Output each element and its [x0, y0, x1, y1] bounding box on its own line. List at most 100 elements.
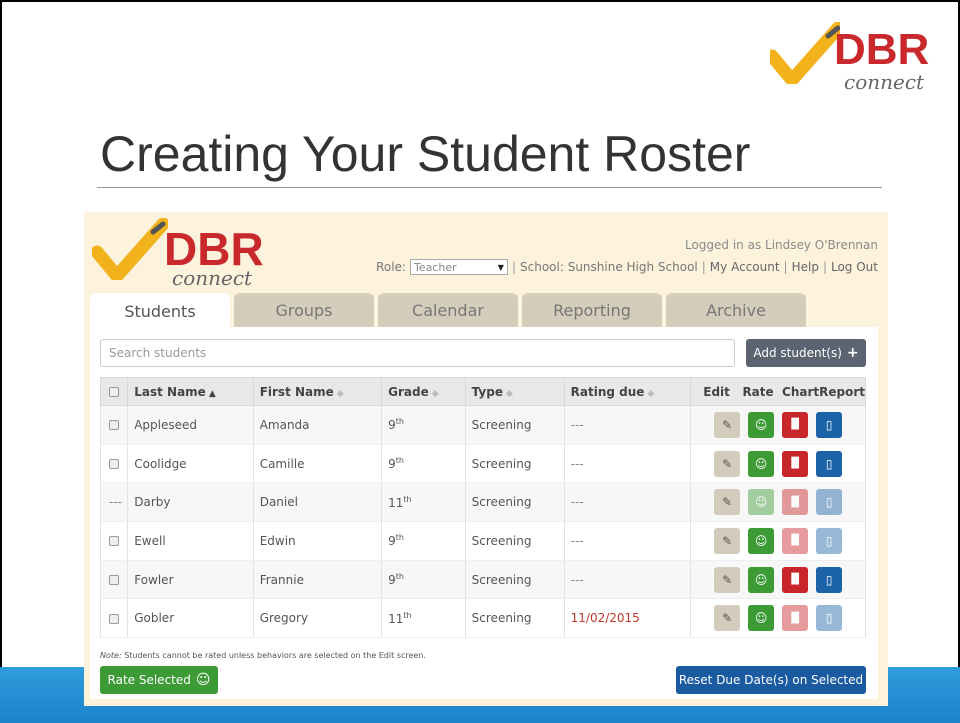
report-button[interactable]: ▯: [816, 527, 843, 554]
rate-button[interactable]: ☺: [748, 605, 775, 632]
grade-cell: 9th: [381, 444, 466, 484]
report-button[interactable]: ▯: [816, 450, 843, 477]
edit-button[interactable]: ✎: [714, 605, 741, 632]
col-rate: Rate: [742, 384, 774, 399]
row-checkbox[interactable]: [99, 560, 129, 600]
edit-button[interactable]: ✎: [714, 411, 741, 438]
app-screenshot: DBR connect Logged in as Lindsey O'Brenn…: [84, 212, 888, 706]
actions-cell: ✎ ☺ ▐▌ ▯: [690, 444, 866, 484]
col-report: Report: [819, 384, 865, 399]
tab-archive[interactable]: Archive: [666, 293, 806, 327]
first-name-cell: Frannie: [252, 560, 383, 600]
sort-icon: ◆: [505, 388, 513, 399]
col-chart: Chart: [782, 384, 820, 399]
actions-cell: ✎ ☺ ▐▌ ▯: [690, 560, 866, 600]
pencil-icon: ✎: [722, 417, 733, 432]
rating-due-cell: ---: [563, 405, 692, 445]
rating-due-cell: 11/02/2015: [563, 598, 692, 639]
pencil-icon: ✎: [722, 456, 733, 471]
chart-button[interactable]: ▐▌: [782, 527, 809, 554]
help-link[interactable]: Help: [792, 260, 819, 274]
pencil-icon: ✎: [722, 533, 733, 548]
main-tabs: Students Groups Calendar Reporting Archi…: [90, 293, 806, 329]
role-value: Teacher: [413, 260, 457, 274]
report-button[interactable]: ▯: [816, 605, 843, 632]
sort-asc-icon: ▲: [208, 388, 216, 399]
row-checkbox[interactable]: [99, 405, 129, 445]
chart-button[interactable]: ▐▌: [782, 605, 809, 632]
edit-button[interactable]: ✎: [714, 489, 741, 516]
rate-button[interactable]: ☺: [748, 450, 775, 477]
pencil-icon: ✎: [722, 495, 733, 510]
col-grade[interactable]: Grade ◆: [381, 377, 466, 406]
table-row: Ewell Edwin 9th Screening --- ✎ ☺ ▐▌ ▯: [99, 521, 866, 561]
tab-groups[interactable]: Groups: [234, 293, 374, 327]
col-last-name[interactable]: Last Name ▲: [127, 377, 254, 406]
last-name-cell: Coolidge: [127, 444, 254, 484]
row-checkbox[interactable]: [99, 521, 129, 561]
reset-due-dates-button[interactable]: Reset Due Date(s) on Selected: [676, 666, 866, 694]
row-checkbox[interactable]: [99, 598, 129, 639]
search-input[interactable]: Search students: [100, 339, 735, 367]
rate-button[interactable]: ☺: [748, 566, 775, 593]
rating-note: Note: Students cannot be rated unless be…: [100, 651, 426, 660]
document-icon: ▯: [825, 495, 833, 510]
last-name-cell: Ewell: [127, 521, 254, 561]
grade-cell: 11th: [381, 598, 466, 639]
type-cell: Screening: [464, 598, 565, 639]
sort-icon: ◆: [647, 388, 655, 399]
tab-reporting[interactable]: Reporting: [522, 293, 662, 327]
rate-selected-button[interactable]: Rate Selected ☺: [100, 666, 218, 694]
actions-cell: ✎ ☺ ▐▌ ▯: [690, 598, 866, 639]
add-student-button[interactable]: Add student(s) +: [746, 339, 866, 367]
report-button[interactable]: ▯: [816, 411, 843, 438]
slide-border-top: [0, 0, 960, 2]
rate-button[interactable]: ☺: [748, 411, 775, 438]
grade-cell: 11th: [381, 482, 466, 523]
col-rating-due[interactable]: Rating due ◆: [563, 377, 692, 406]
tab-students[interactable]: Students: [90, 293, 230, 329]
grade-cell: 9th: [381, 521, 466, 561]
document-icon: ▯: [825, 456, 833, 471]
col-first-name[interactable]: First Name ◆: [252, 377, 383, 406]
logged-in-status: Logged in as Lindsey O'Brennan: [684, 238, 878, 252]
my-account-link[interactable]: My Account: [710, 260, 780, 274]
tab-calendar[interactable]: Calendar: [378, 293, 518, 327]
row-checkbox[interactable]: ---: [99, 482, 129, 523]
sort-icon: ◆: [336, 388, 344, 399]
last-name-cell: Darby: [127, 482, 254, 523]
table-row: Coolidge Camille 9th Screening --- ✎ ☺ ▐▌ ▯: [99, 444, 866, 484]
bar-chart-icon: ▐▌: [787, 574, 803, 586]
bar-chart-icon: ▐▌: [787, 496, 803, 508]
table-row: Gobler Gregory 11th Screening 11/02/2015 ✎ ☺ ▐▌…: [99, 598, 866, 639]
document-icon: ▯: [825, 572, 833, 587]
chart-button[interactable]: ▐▌: [782, 411, 809, 438]
smiley-icon: ☺: [754, 495, 768, 510]
bar-chart-icon: ▐▌: [787, 458, 803, 470]
app-logo[interactable]: DBR connect: [92, 218, 272, 288]
chart-button[interactable]: ▐▌: [782, 566, 809, 593]
report-button[interactable]: ▯: [816, 566, 843, 593]
row-checkbox[interactable]: [99, 444, 129, 484]
table-row: Fowler Frannie 9th Screening --- ✎ ☺ ▐▌ ▯: [99, 560, 866, 600]
chart-button[interactable]: ▐▌: [782, 450, 809, 477]
logout-link[interactable]: Log Out: [831, 260, 878, 274]
edit-button[interactable]: ✎: [714, 527, 741, 554]
dbr-connect-logo: DBR connect: [770, 22, 950, 92]
slide-title: Creating Your Student Roster: [100, 126, 751, 182]
school-label: School: Sunshine High School: [520, 260, 698, 274]
checkmark-pencil-icon: [92, 218, 168, 280]
chart-button[interactable]: ▐▌: [782, 489, 809, 516]
document-icon: ▯: [825, 611, 833, 626]
report-button[interactable]: ▯: [816, 489, 843, 516]
rate-button[interactable]: ☺: [748, 527, 775, 554]
select-all-checkbox[interactable]: [99, 377, 129, 406]
edit-button[interactable]: ✎: [714, 450, 741, 477]
role-select[interactable]: Teacher ▼: [409, 259, 508, 275]
table-row: --- Darby Daniel 11th Screening --- ✎ ☺ ▐▌ ▯: [99, 482, 866, 523]
edit-button[interactable]: ✎: [714, 566, 741, 593]
role-label: Role:: [376, 260, 406, 274]
slide-border-left: [0, 0, 2, 723]
rate-button[interactable]: ☺: [748, 489, 775, 516]
col-type[interactable]: Type ◆: [464, 377, 565, 406]
